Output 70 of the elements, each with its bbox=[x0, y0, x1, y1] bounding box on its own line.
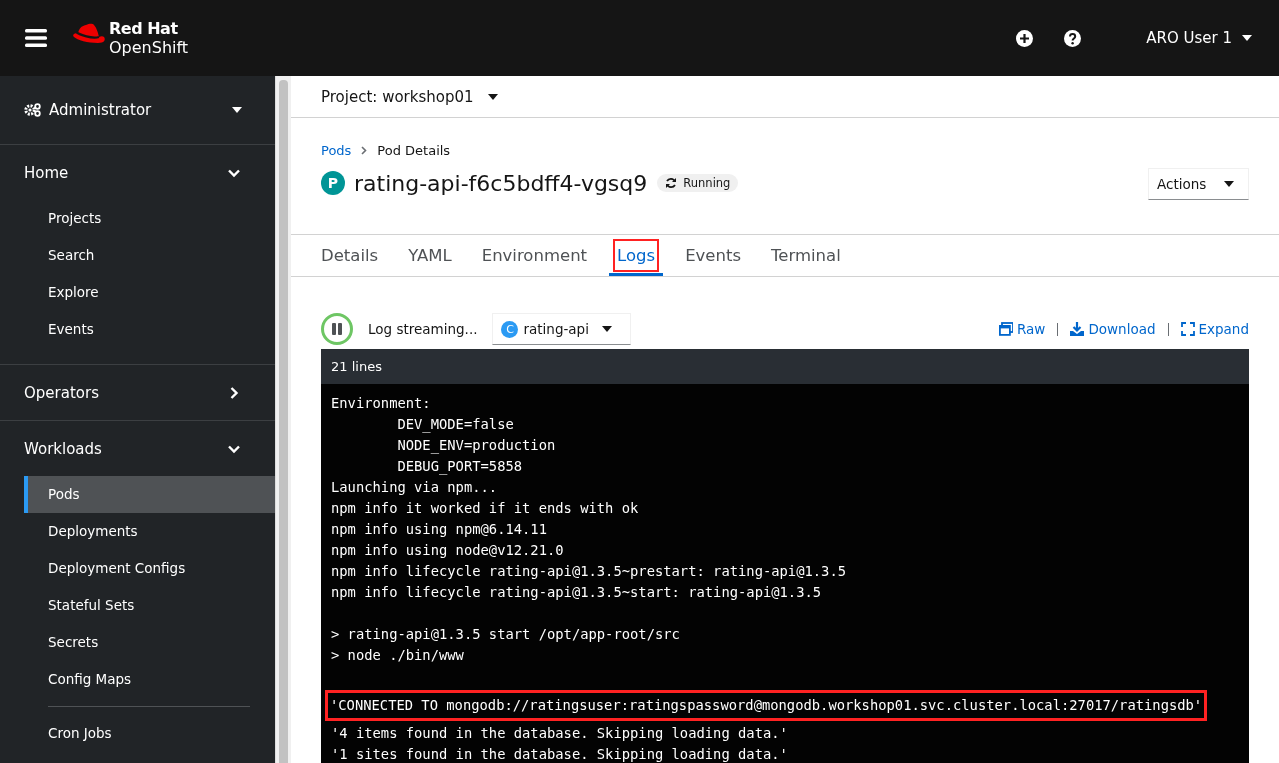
sync-icon bbox=[665, 177, 678, 189]
container-dropdown[interactable]: C rating-api bbox=[492, 313, 632, 345]
toolbar-link[interactable]: Expand bbox=[1180, 321, 1249, 337]
expand-icon bbox=[1180, 322, 1195, 336]
resource-badge: P bbox=[321, 171, 345, 195]
page-title: rating-api-f6c5bdff4-vgsq9 bbox=[354, 170, 648, 196]
user-menu[interactable]: ARO User 1 bbox=[1146, 29, 1252, 47]
log-line: npm info using npm@6.14.11 bbox=[330, 520, 547, 539]
tab[interactable]: YAML bbox=[408, 235, 452, 276]
pause-icon bbox=[331, 323, 343, 335]
project-dropdown[interactable]: Project: workshop01 bbox=[321, 87, 498, 106]
caret-icon bbox=[232, 107, 242, 113]
log-line: Environment: bbox=[330, 394, 431, 413]
log-line: NODE_ENV=production bbox=[396, 436, 556, 456]
log-line: npm info it worked if it ends with ok bbox=[330, 499, 639, 518]
nav-item[interactable]: Pods bbox=[24, 476, 275, 513]
caret-icon bbox=[1224, 181, 1234, 187]
nav-section[interactable]: Home bbox=[0, 145, 275, 200]
nav-item[interactable]: Deployment Configs bbox=[24, 550, 275, 587]
nav-item[interactable]: Deployments bbox=[24, 513, 275, 550]
log-line: > rating-api@1.3.5 start /opt/app-root/src bbox=[330, 625, 680, 644]
product-name: OpenShift bbox=[109, 38, 189, 57]
pause-button[interactable] bbox=[321, 313, 353, 345]
nav-item[interactable]: Events bbox=[24, 311, 275, 348]
nav-item[interactable]: Projects bbox=[24, 200, 275, 237]
caret-icon bbox=[1242, 35, 1252, 41]
help-button[interactable] bbox=[1064, 29, 1082, 47]
log-line: Launching via npm... bbox=[330, 478, 498, 497]
tab[interactable]: Details bbox=[321, 235, 379, 276]
chevron-right-icon bbox=[361, 146, 368, 155]
status-label: Running bbox=[657, 174, 739, 192]
tab[interactable]: Terminal bbox=[771, 235, 841, 276]
log-line: npm info lifecycle rating-api@1.3.5~prestart: rating-api@1.3.5 bbox=[330, 562, 846, 581]
log-line: '4 items found in the database. Skipping loading data.' bbox=[330, 724, 788, 743]
nav-item[interactable]: Explore bbox=[24, 274, 275, 311]
nav-item[interactable]: Cron Jobs bbox=[24, 715, 275, 752]
log-header: 21 lines bbox=[321, 349, 1249, 384]
toolbar-link[interactable]: Raw bbox=[999, 321, 1046, 337]
actions-dropdown[interactable]: Actions bbox=[1148, 168, 1249, 200]
add-button[interactable] bbox=[1016, 29, 1034, 47]
menu-icon bbox=[25, 29, 47, 47]
caret-icon bbox=[602, 326, 613, 332]
plus-circle-icon bbox=[1016, 29, 1034, 47]
log-line: > node ./bin/www bbox=[330, 646, 464, 665]
log-line: DEV_MODE=false bbox=[396, 415, 514, 435]
streaming-status: Log streaming... bbox=[368, 321, 478, 337]
nav-item[interactable]: Config Maps bbox=[24, 661, 275, 698]
breadcrumb-link[interactable]: Pods bbox=[321, 143, 352, 158]
tab[interactable]: Logs bbox=[609, 235, 664, 276]
caret-icon bbox=[487, 93, 498, 100]
gears-icon bbox=[24, 103, 41, 117]
help-icon bbox=[1064, 29, 1082, 47]
brand-name: Red Hat bbox=[109, 19, 179, 38]
nav-section[interactable]: Operators bbox=[0, 365, 275, 420]
nav-item[interactable]: Search bbox=[24, 237, 275, 274]
toolbar-link[interactable]: Download bbox=[1070, 321, 1156, 337]
download-icon bbox=[1070, 322, 1085, 336]
log-line: npm info using node@v12.21.0 bbox=[330, 541, 564, 560]
nav-section[interactable]: Workloads bbox=[0, 421, 275, 476]
tab[interactable]: Environment bbox=[481, 235, 588, 276]
nav-item[interactable]: Secrets bbox=[24, 624, 275, 661]
window-icon bbox=[999, 322, 1013, 336]
menu-button[interactable] bbox=[25, 29, 47, 47]
chevron-right-icon bbox=[228, 386, 240, 399]
breadcrumb-current: Pod Details bbox=[377, 143, 451, 158]
log-line: DEBUG_PORT=5858 bbox=[396, 457, 523, 477]
log-line: '1 sites found in the database. Skipping loading data.' bbox=[330, 745, 788, 763]
log-line: npm info lifecycle rating-api@1.3.5~start: rating-api@1.3.5 bbox=[330, 583, 822, 602]
nav-item[interactable]: Stateful Sets bbox=[24, 587, 275, 624]
tab[interactable]: Events bbox=[685, 235, 742, 276]
